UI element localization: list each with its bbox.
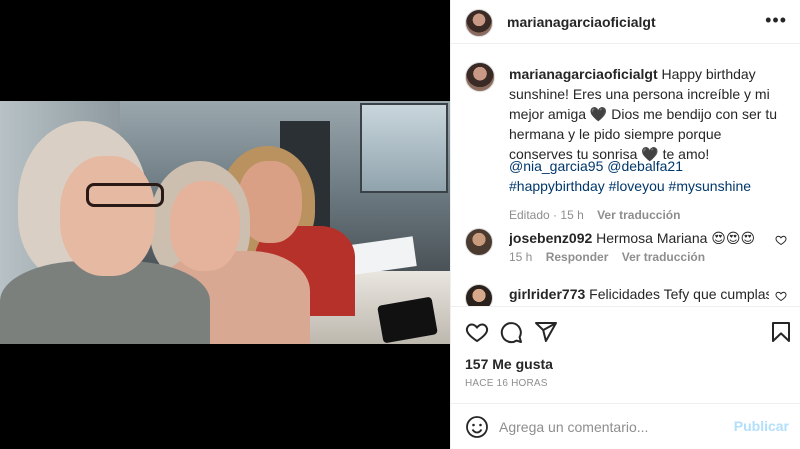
caption-time[interactable]: 15 h <box>560 208 583 222</box>
heart-icon[interactable] <box>465 320 489 344</box>
post-media-pane <box>0 0 450 449</box>
comment-text-block: girlrider773 Felicidades Tefy que cumpla… <box>509 286 769 302</box>
comment-like-heart-icon[interactable] <box>775 290 787 302</box>
comment-input[interactable] <box>499 415 729 439</box>
comments-area[interactable]: marianagarciaoficialgt Happy birthday su… <box>451 44 800 306</box>
commenter-avatar[interactable] <box>465 284 493 306</box>
likes-count[interactable]: 157 Me gusta <box>465 356 553 372</box>
post-actions: 157 Me gusta HACE 16 HORAS <box>451 306 800 402</box>
comment-meta: 15 h Responder Ver traducción <box>509 250 705 264</box>
caption-hashtags[interactable]: #happybirthday #loveyou #mysunshine <box>509 176 789 196</box>
emoji-icon[interactable] <box>465 415 489 439</box>
post-header: marianagarciaoficialgt ••• <box>451 0 800 44</box>
caption-mentions[interactable]: @nia_garcia95 @debalfa21 <box>509 156 789 176</box>
post-time-ago[interactable]: HACE 16 HORAS <box>465 378 548 389</box>
more-options-icon[interactable]: ••• <box>765 10 787 31</box>
comment-like-heart-icon[interactable] <box>775 234 787 246</box>
caption-translate[interactable]: Ver traducción <box>597 208 680 222</box>
comment-icon[interactable] <box>499 320 523 344</box>
comment-text: Hermosa Mariana 😍😍😍 <box>596 230 756 246</box>
caption-text-block: marianagarciaoficialgt Happy birthday su… <box>509 64 789 164</box>
comment-username[interactable]: josebenz092 <box>509 230 592 246</box>
author-avatar[interactable] <box>465 9 493 37</box>
caption-meta: Editado · 15 h Ver traducción <box>509 208 690 222</box>
instagram-post-modal: marianagarciaoficialgt ••• marianagarcia… <box>0 0 800 449</box>
caption-tags: @nia_garcia95 @debalfa21 #happybirthday … <box>509 156 789 196</box>
person-left-face <box>60 156 155 276</box>
bookmark-icon[interactable] <box>769 320 793 344</box>
comment-translate[interactable]: Ver traducción <box>622 250 705 264</box>
paper-plane-icon[interactable] <box>534 320 558 344</box>
comment-username[interactable]: girlrider773 <box>509 286 585 302</box>
reply-button[interactable]: Responder <box>546 250 609 264</box>
photo-window <box>360 103 448 193</box>
person-left-glasses <box>86 183 164 207</box>
post-side-panel: marianagarciaoficialgt ••• marianagarcia… <box>450 0 800 449</box>
caption-edited: Editado <box>509 208 550 222</box>
comment-time[interactable]: 15 h <box>509 250 532 264</box>
comment-text: Felicidades Tefy que cumplas <box>589 286 769 302</box>
caption-username[interactable]: marianagarciaoficialgt <box>509 66 658 82</box>
post-photo[interactable] <box>0 101 450 344</box>
commenter-avatar[interactable] <box>465 228 493 256</box>
comment-text-block: josebenz092 Hermosa Mariana 😍😍😍 <box>509 230 769 247</box>
publish-button[interactable]: Publicar <box>734 418 789 434</box>
author-username[interactable]: marianagarciaoficialgt <box>507 14 656 30</box>
caption-avatar[interactable] <box>465 62 495 92</box>
add-comment-bar: Publicar <box>451 403 800 449</box>
person-middle-face <box>170 181 240 271</box>
